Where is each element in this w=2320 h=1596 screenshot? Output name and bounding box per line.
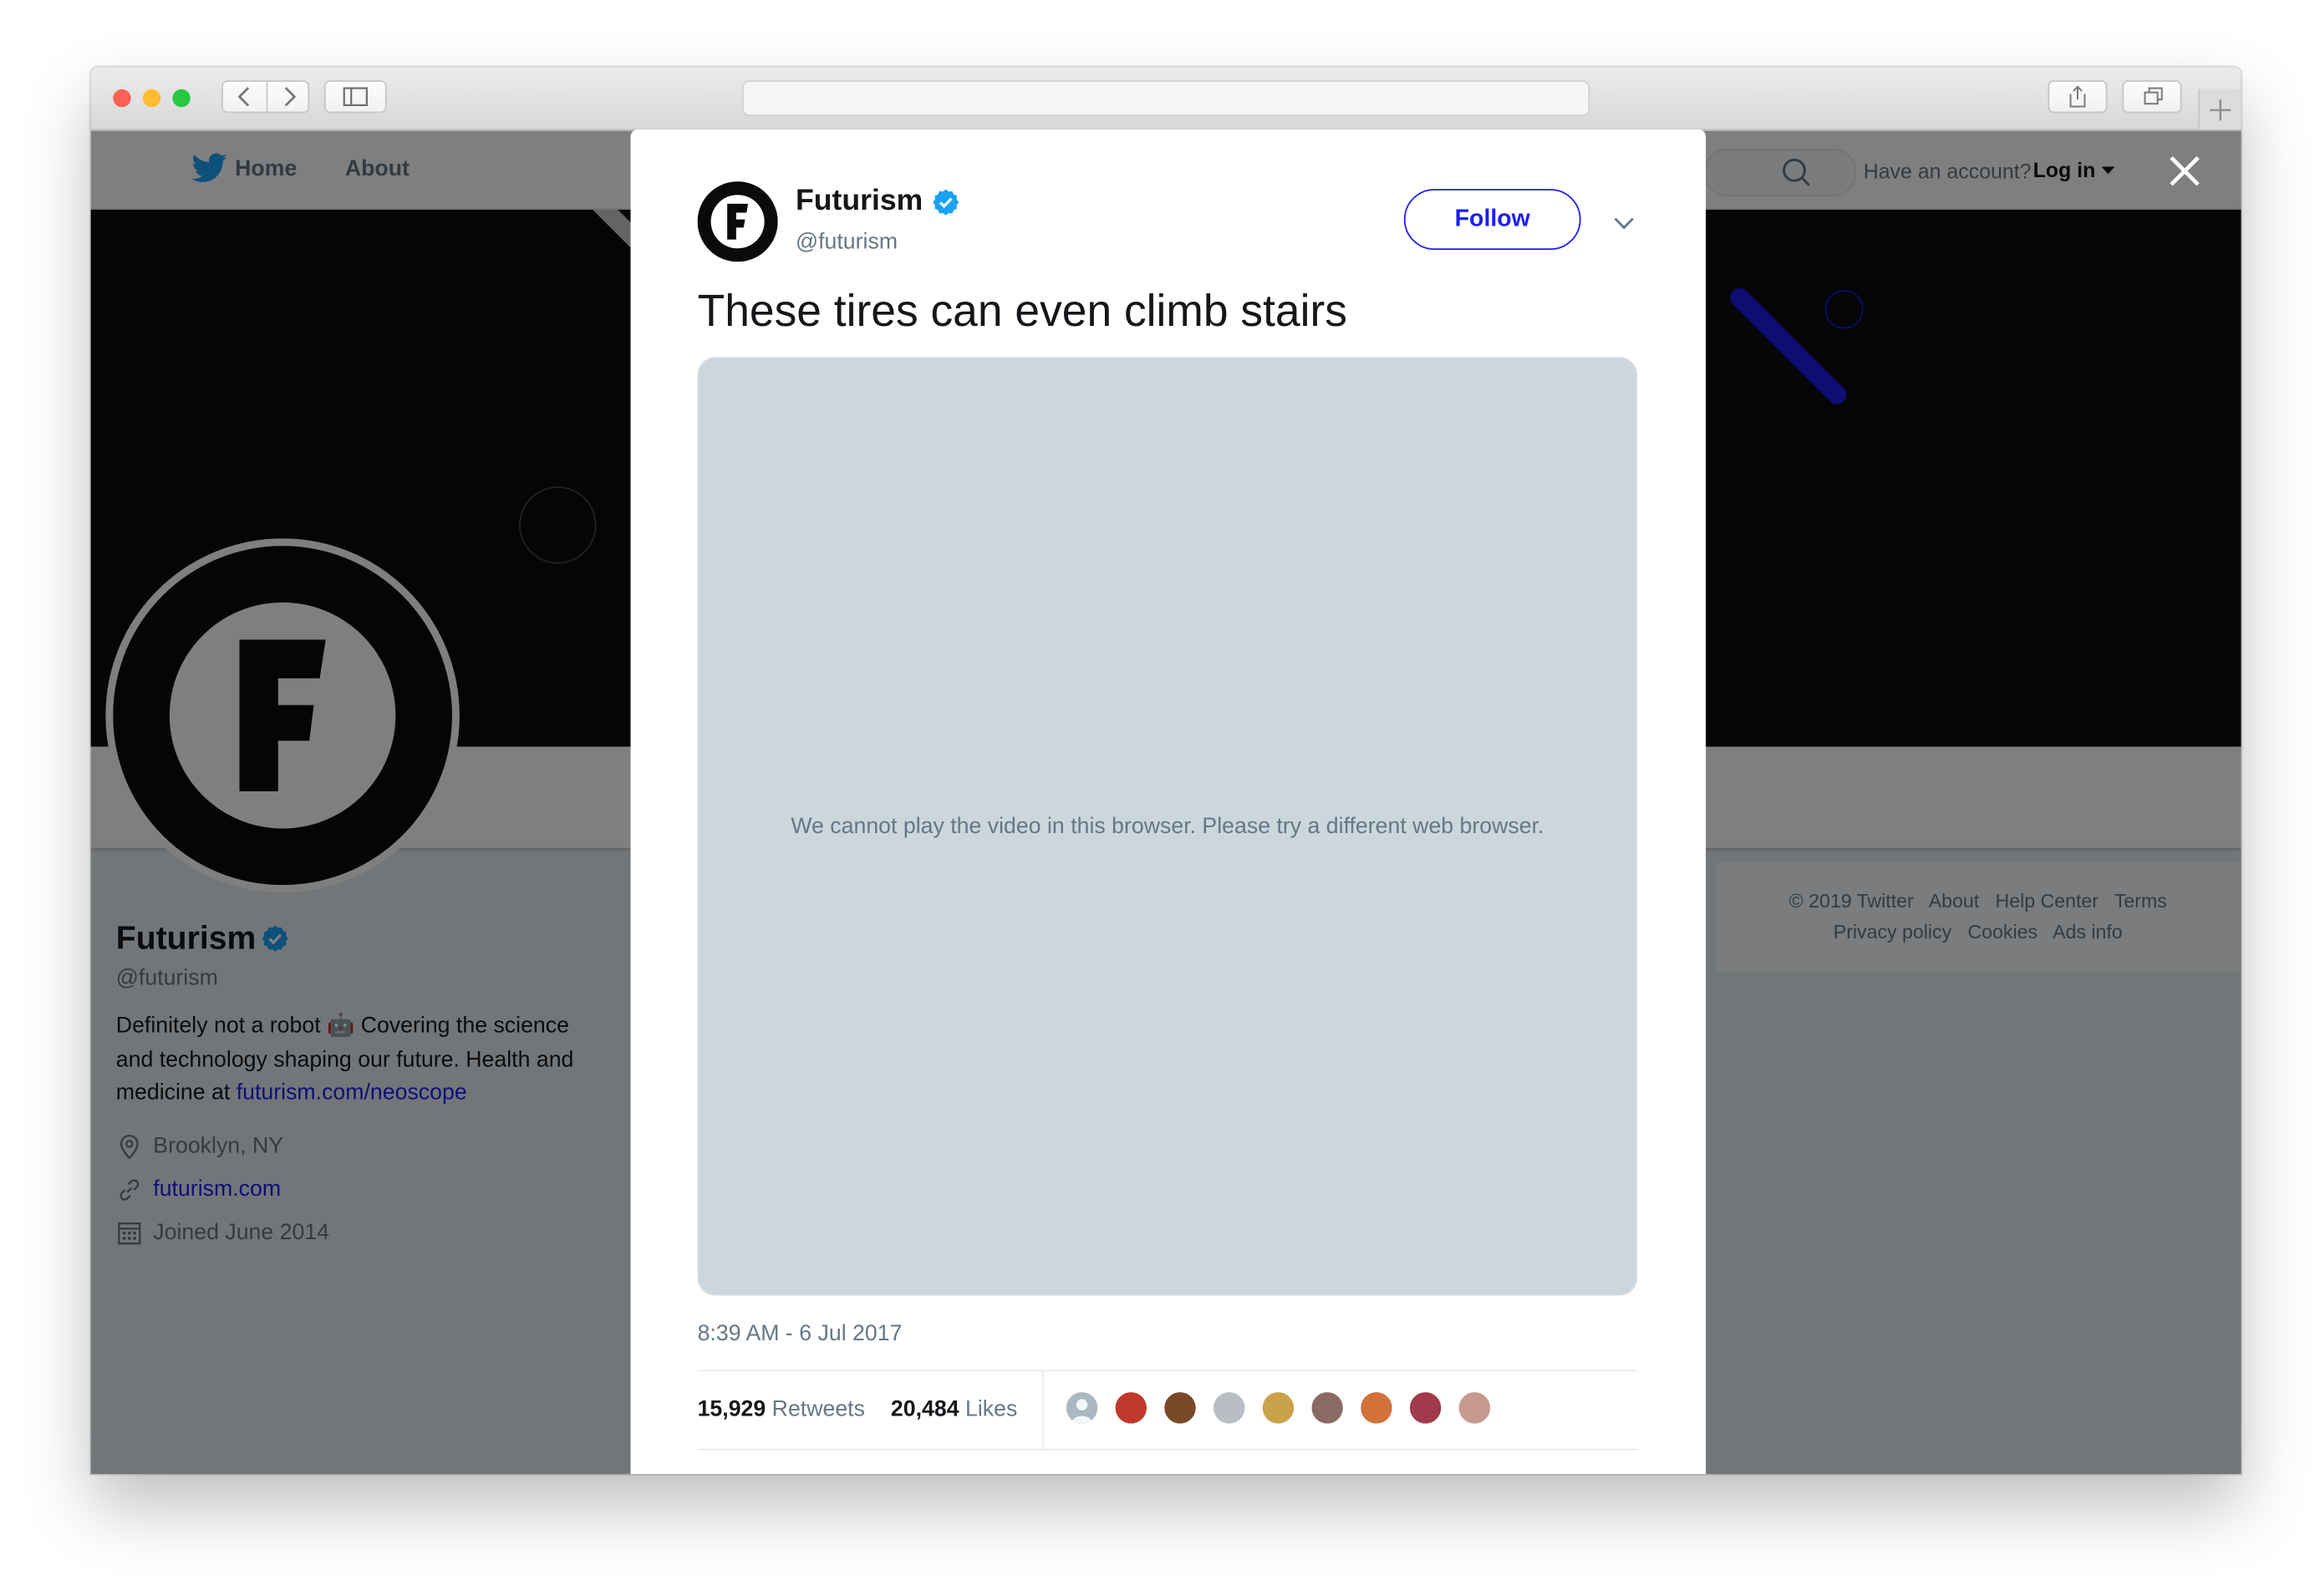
close-modal-button[interactable] <box>2164 150 2206 192</box>
minimize-window-button[interactable] <box>142 89 161 108</box>
liker-avatar[interactable] <box>1407 1389 1444 1427</box>
stats-divider-bottom <box>697 1448 1638 1451</box>
liker-avatar[interactable] <box>1357 1389 1396 1427</box>
tabs-icon <box>2144 87 2163 105</box>
liker-avatar[interactable] <box>1161 1389 1199 1427</box>
tweet-author-handle[interactable]: @futurism <box>796 229 898 254</box>
liker-avatar[interactable] <box>1112 1389 1150 1427</box>
close-icon <box>2170 156 2200 186</box>
tweet-author-name-row: Futurism <box>796 185 960 219</box>
tweet-text: These tires can even climb stairs <box>697 287 1347 337</box>
history-nav-group <box>221 80 311 114</box>
back-button[interactable] <box>223 82 267 112</box>
stats-divider-top <box>697 1370 1638 1372</box>
tabs-overview-button[interactable] <box>2122 80 2182 114</box>
likes-label: Likes <box>965 1396 1018 1422</box>
verified-badge-icon <box>932 188 959 215</box>
follow-button-label: Follow <box>1454 206 1530 231</box>
retweets-count: 15,929 <box>697 1396 766 1422</box>
browser-toolbar <box>90 67 2241 131</box>
likes-stat[interactable]: 20,484 Likes <box>891 1397 1017 1422</box>
video-error-message: We cannot play the video in this browser… <box>791 813 1544 839</box>
default-avatar-icon <box>1071 1399 1093 1424</box>
share-button[interactable] <box>2048 80 2108 114</box>
tweet-timestamp[interactable]: 8:39 AM - 6 Jul 2017 <box>698 1321 903 1346</box>
close-window-button[interactable] <box>113 89 131 108</box>
address-bar[interactable] <box>741 80 1590 116</box>
plus-icon <box>2210 99 2231 121</box>
screenshot: Home About Have an account? Log in <box>0 0 2320 1596</box>
sidebar-icon <box>343 87 368 106</box>
stats-vertical-divider <box>1042 1370 1045 1449</box>
share-icon <box>2069 85 2086 108</box>
follow-button[interactable]: Follow <box>1403 189 1581 251</box>
chevron-down-icon <box>1614 217 1634 230</box>
new-tab-button[interactable] <box>2198 89 2241 130</box>
sidebar-button[interactable] <box>323 80 387 114</box>
futurism-logo-icon <box>697 181 778 262</box>
chevron-left-icon <box>237 87 250 107</box>
maximize-window-button[interactable] <box>172 89 191 108</box>
tweet-author-avatar[interactable] <box>697 181 778 262</box>
browser-window: Home About Have an account? Log in <box>90 67 2241 1475</box>
likes-count: 20,484 <box>890 1396 959 1422</box>
chevron-right-icon <box>284 87 297 107</box>
tweet-options-button[interactable] <box>1608 206 1641 239</box>
tweet-author-name[interactable]: Futurism <box>796 185 923 219</box>
tweet-modal: Futurism @futurism Follow These tires ca… <box>630 129 1707 1475</box>
forward-button[interactable] <box>267 82 311 112</box>
retweets-label: Retweets <box>771 1396 865 1422</box>
liker-avatar[interactable] <box>1210 1389 1249 1427</box>
liker-avatar[interactable] <box>1063 1389 1101 1427</box>
liker-avatar[interactable] <box>1259 1389 1297 1427</box>
liker-avatar[interactable] <box>1308 1389 1346 1427</box>
liker-avatar[interactable] <box>1456 1389 1493 1427</box>
retweets-stat[interactable]: 15,929 Retweets <box>698 1397 865 1422</box>
video-player[interactable]: We cannot play the video in this browser… <box>697 357 1638 1296</box>
